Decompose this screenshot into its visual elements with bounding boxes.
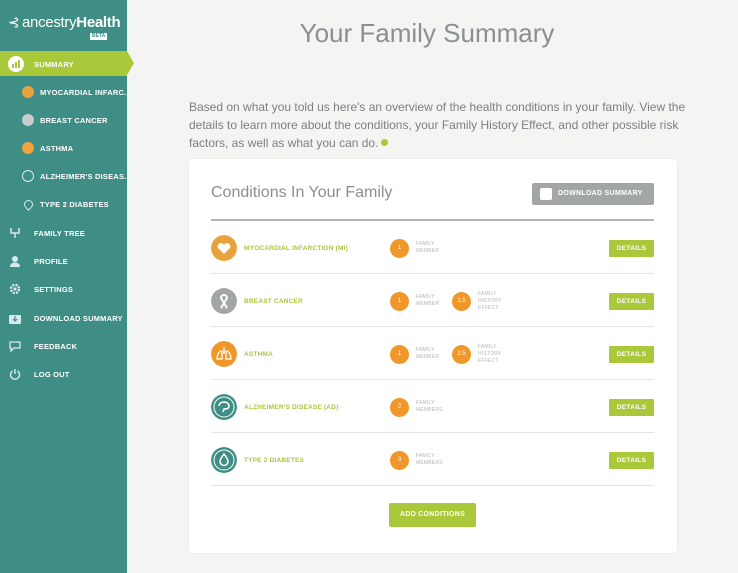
info-dot-icon[interactable] (381, 139, 389, 146)
heart-icon (22, 86, 34, 98)
sidebar-item-summary[interactable]: SUMMARY (0, 51, 134, 76)
sidebar-item-myocardial-infarction[interactable]: MYOCARDIAL INFARC... (0, 82, 131, 102)
sidebar-item-log-out[interactable]: LOG OUT (0, 364, 127, 384)
drop-icon (211, 447, 237, 473)
family-member-count: 1 (390, 292, 409, 311)
condition-row: MYOCARDIAL INFARCTION (MI) 1 FAMILY MEMB… (211, 221, 654, 274)
sidebar-item-download-summary[interactable]: DOWNLOAD SUMMARY (0, 308, 127, 328)
details-button[interactable]: DETAILS (609, 240, 654, 257)
card-title: Conditions In Your Family (211, 184, 393, 201)
details-button[interactable]: DETAILS (609, 399, 654, 416)
condition-row: BREAST CANCER 1 FAMILY MEMBER 1.5 FAMILY… (211, 274, 654, 327)
family-member-count: 2 (390, 398, 409, 417)
details-button[interactable]: DETAILS (609, 452, 654, 469)
family-member-count: 3 (390, 451, 409, 470)
person-icon (10, 256, 20, 267)
download-icon (9, 315, 21, 324)
sidebar-item-family-tree[interactable]: FAMILY TREE (0, 223, 127, 243)
family-member-count: 1 (390, 345, 409, 364)
family-member-count: 1 (390, 239, 409, 258)
condition-row: TYPE 2 DIABETES 3 FAMILY MEMBERS DETAILS (211, 433, 654, 486)
lungs-icon (22, 142, 34, 154)
sidebar-item-feedback[interactable]: FEEDBACK (0, 336, 127, 356)
sidebar-item-settings[interactable]: SETTINGS (0, 279, 127, 299)
sidebar-item-type-2-diabetes[interactable]: TYPE 2 DIABETES (0, 194, 127, 214)
brain-icon (22, 170, 34, 182)
lungs-icon (211, 341, 237, 367)
sidebar-item-asthma[interactable]: ASTHMA (0, 138, 127, 158)
heart-icon (211, 235, 237, 261)
power-icon (9, 369, 21, 380)
conditions-card: Conditions In Your Family DOWNLOAD SUMMA… (189, 159, 677, 553)
condition-row: ALZHEIMER'S DISEASE (AD) 2 FAMILY MEMBER… (211, 380, 654, 433)
gear-icon (9, 283, 21, 295)
page-title: Your Family Summary (299, 18, 555, 48)
details-button[interactable]: DETAILS (609, 346, 654, 363)
tree-icon (10, 228, 20, 238)
chat-icon (9, 341, 21, 353)
sidebar-item-breast-cancer[interactable]: BREAST CANCER (0, 110, 127, 130)
add-conditions-button[interactable]: ADD CONDITIONS (389, 503, 476, 527)
ribbon-icon (22, 114, 34, 126)
details-button[interactable]: DETAILS (609, 293, 654, 310)
download-summary-button[interactable]: DOWNLOAD SUMMARY (532, 183, 654, 205)
sidebar-item-profile[interactable]: PROFILE (0, 251, 127, 271)
brain-icon (211, 394, 237, 420)
family-history-effect: 2.5 (452, 345, 471, 364)
condition-row: ASTHMA 1 FAMILY MEMBER 2.5 FAMILY HISTOR… (211, 327, 654, 380)
family-history-effect: 1.5 (452, 292, 471, 311)
ribbon-icon (211, 288, 237, 314)
beta-badge: BETA (90, 33, 108, 40)
bar-chart-icon (8, 56, 24, 72)
download-icon (540, 188, 552, 200)
sidebar: ⊰ ancestryHealth BETA SUMMARY MYOCARDIAL… (0, 0, 134, 573)
drop-icon (22, 198, 35, 211)
ancestry-health-logo[interactable]: ⊰ ancestryHealth BETA (8, 12, 123, 40)
sidebar-item-alzheimers[interactable]: ALZHEIMER'S DISEAS... (0, 166, 131, 186)
intro-text: Based on what you told us here's an over… (189, 100, 686, 150)
ancestry-leaf-icon: ⊰ (8, 14, 20, 30)
